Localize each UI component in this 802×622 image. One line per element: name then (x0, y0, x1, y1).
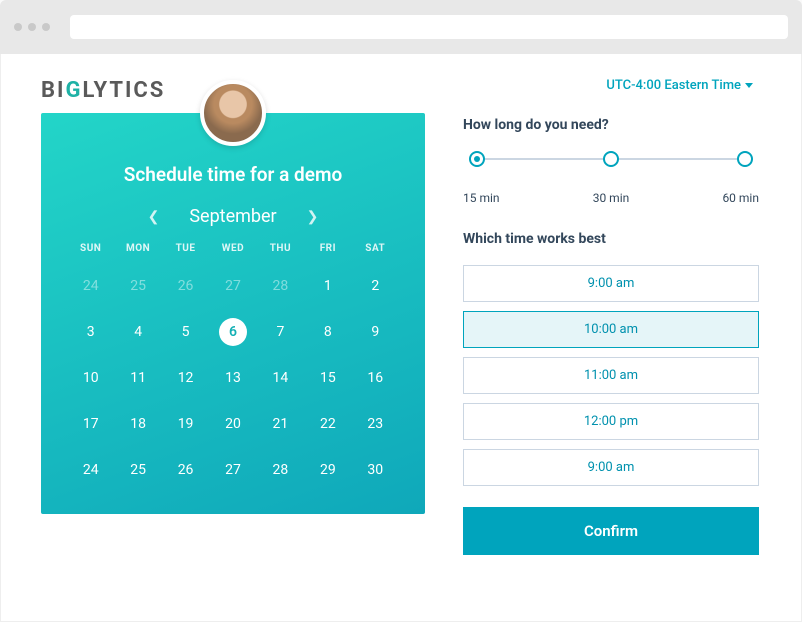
calendar-day[interactable]: 8 (304, 318, 351, 346)
caret-down-icon (745, 83, 753, 88)
calendar-day[interactable]: 1 (304, 272, 351, 300)
calendar-day[interactable]: 25 (114, 272, 161, 300)
calendar-day[interactable]: 27 (209, 272, 256, 300)
time-question: Which time works best (463, 231, 759, 247)
calendar-day[interactable]: 15 (304, 364, 351, 392)
day-of-week-header: SAT (352, 243, 399, 254)
brand-logo: BIGLYTICS (41, 78, 165, 103)
selection-panel: How long do you need? 15 min 30 min 60 m… (461, 113, 761, 555)
window-dot[interactable] (14, 23, 22, 31)
duration-slider[interactable] (463, 151, 759, 187)
time-option[interactable]: 11:00 am (463, 357, 759, 394)
calendar-day[interactable]: 19 (162, 410, 209, 438)
day-of-week-header: FRI (304, 243, 351, 254)
calendar-day[interactable]: 16 (352, 364, 399, 392)
time-option[interactable]: 10:00 am (463, 311, 759, 348)
calendar-day[interactable]: 3 (67, 318, 114, 346)
window-dot[interactable] (28, 23, 36, 31)
address-bar[interactable] (70, 15, 788, 39)
calendar-card: Schedule time for a demo ❮ September ❯ S… (41, 113, 425, 514)
calendar-day[interactable]: 24 (67, 456, 114, 484)
calendar-day[interactable]: 5 (162, 318, 209, 346)
calendar-day[interactable]: 24 (67, 272, 114, 300)
duration-label: 30 min (593, 191, 630, 205)
duration-label: 15 min (463, 191, 500, 205)
calendar-day[interactable]: 21 (257, 410, 304, 438)
calendar-day[interactable]: 23 (352, 410, 399, 438)
calendar-day[interactable]: 14 (257, 364, 304, 392)
calendar-day[interactable]: 26 (162, 456, 209, 484)
calendar-day[interactable]: 18 (114, 410, 161, 438)
time-option[interactable]: 9:00 am (463, 265, 759, 302)
calendar-day[interactable]: 2 (352, 272, 399, 300)
calendar-day[interactable]: 12 (162, 364, 209, 392)
day-of-week-header: SUN (67, 243, 114, 254)
day-of-week-header: TUE (162, 243, 209, 254)
prev-month-button[interactable]: ❮ (148, 209, 160, 225)
confirm-button[interactable]: Confirm (463, 507, 759, 555)
calendar-day[interactable]: 6 (209, 318, 256, 346)
calendar-day[interactable]: 30 (352, 456, 399, 484)
day-of-week-header: MON (114, 243, 161, 254)
calendar-day[interactable]: 25 (114, 456, 161, 484)
timezone-label: UTC-4:00 Eastern Time (606, 78, 741, 93)
calendar-day[interactable]: 10 (67, 364, 114, 392)
calendar-grid: SUNMONTUEWEDTHUFRISAT2425262728123456789… (67, 243, 399, 484)
app-window: BIGLYTICS UTC-4:00 Eastern Time Schedule… (0, 54, 802, 622)
logo-text: LYTICS (82, 78, 165, 103)
time-option[interactable]: 9:00 am (463, 449, 759, 486)
duration-stop-30[interactable] (603, 151, 619, 167)
avatar (200, 80, 266, 146)
calendar-day[interactable]: 11 (114, 364, 161, 392)
window-dot[interactable] (42, 23, 50, 31)
schedule-title: Schedule time for a demo (67, 163, 399, 186)
time-list: 9:00 am 10:00 am 11:00 am 12:00 pm 9:00 am (463, 265, 759, 495)
calendar-day[interactable]: 29 (304, 456, 351, 484)
window-controls (14, 23, 50, 31)
duration-labels: 15 min 30 min 60 min (463, 191, 759, 205)
timezone-selector[interactable]: UTC-4:00 Eastern Time (606, 78, 753, 93)
day-of-week-header: WED (209, 243, 256, 254)
calendar-day[interactable]: 27 (209, 456, 256, 484)
calendar-day[interactable]: 28 (257, 272, 304, 300)
calendar-day[interactable]: 9 (352, 318, 399, 346)
duration-stop-60[interactable] (737, 151, 753, 167)
calendar-day[interactable]: 20 (209, 410, 256, 438)
calendar-day[interactable]: 4 (114, 318, 161, 346)
calendar-day[interactable]: 7 (257, 318, 304, 346)
month-label: September (189, 206, 276, 227)
calendar-day[interactable]: 28 (257, 456, 304, 484)
logo-text: BI (41, 78, 65, 103)
duration-question: How long do you need? (463, 117, 759, 133)
next-month-button[interactable]: ❯ (307, 209, 319, 225)
calendar-day[interactable]: 13 (209, 364, 256, 392)
browser-chrome (0, 0, 802, 54)
duration-label: 60 min (722, 191, 759, 205)
calendar-day[interactable]: 22 (304, 410, 351, 438)
calendar-day[interactable]: 26 (162, 272, 209, 300)
time-option[interactable]: 12:00 pm (463, 403, 759, 440)
logo-accent: G (65, 78, 82, 103)
calendar-day[interactable]: 17 (67, 410, 114, 438)
duration-stop-15[interactable] (469, 151, 485, 167)
day-of-week-header: THU (257, 243, 304, 254)
